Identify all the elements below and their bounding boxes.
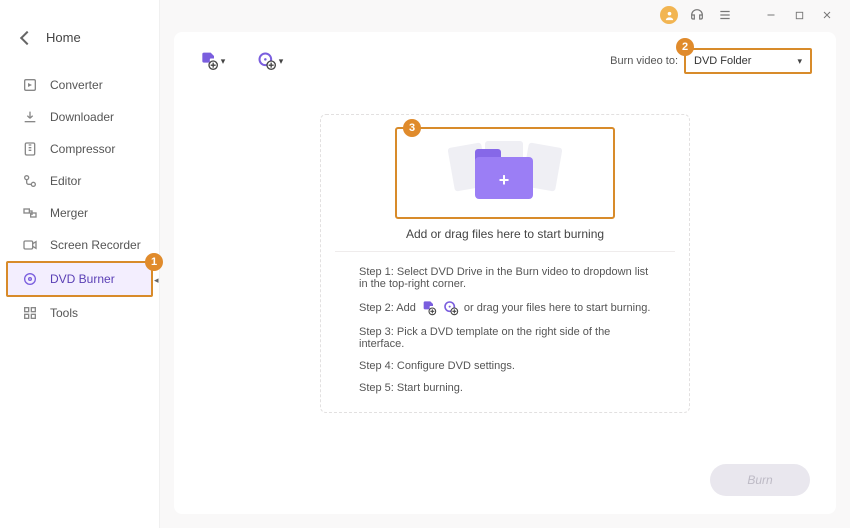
burn-button[interactable]: Burn	[710, 464, 810, 496]
sidebar-item-tools[interactable]: Tools	[0, 297, 159, 329]
maximize-button[interactable]	[790, 6, 808, 24]
add-disc-button[interactable]: ▾	[256, 49, 284, 73]
burn-to-value: DVD Folder	[694, 55, 751, 67]
sidebar-item-screen-recorder[interactable]: Screen Recorder	[0, 229, 159, 261]
chevron-down-icon: ▾	[279, 56, 284, 67]
converter-icon	[22, 77, 38, 93]
burn-to-label: Burn video to:	[610, 55, 678, 67]
close-button[interactable]	[818, 6, 836, 24]
instructions-box: 3 + Add or drag files here to start burn…	[320, 114, 690, 413]
tools-icon	[22, 305, 38, 321]
sidebar-item-merger[interactable]: Merger	[0, 197, 159, 229]
callout-badge-3: 3	[403, 119, 421, 137]
drop-text: Add or drag files here to start burning	[335, 227, 675, 241]
home-label: Home	[46, 30, 81, 45]
sidebar-item-editor[interactable]: Editor	[0, 165, 159, 197]
recorder-icon	[22, 237, 38, 253]
burn-to-select[interactable]: DVD Folder ▾ 2	[684, 48, 812, 74]
titlebar	[160, 0, 850, 26]
drop-zone[interactable]: 3 +	[395, 127, 615, 219]
dvd-icon	[22, 271, 38, 287]
step-2: Step 2: Add or drag your files here to s…	[359, 300, 651, 316]
sidebar-item-label: Downloader	[50, 110, 114, 124]
toolbar: ▾ ▾ Burn video to: DVD Folder ▾ 2	[174, 32, 836, 84]
chevron-down-icon: ▾	[221, 56, 226, 67]
sidebar-item-label: Compressor	[50, 142, 115, 156]
support-icon[interactable]	[688, 6, 706, 24]
account-icon[interactable]	[660, 6, 678, 24]
step-4: Step 4: Configure DVD settings.	[359, 360, 651, 372]
steps-list: Step 1: Select DVD Drive in the Burn vid…	[335, 266, 675, 394]
step-5: Step 5: Start burning.	[359, 382, 651, 394]
add-file-button[interactable]: ▾	[198, 49, 226, 73]
editor-icon	[22, 173, 38, 189]
callout-badge-2: 2	[676, 38, 694, 56]
sidebar-collapse-icon[interactable]: ◂	[154, 275, 159, 286]
sidebar-item-label: Screen Recorder	[50, 238, 141, 252]
add-file-icon	[420, 300, 438, 316]
callout-badge-1: 1	[145, 253, 163, 271]
sidebar-item-label: DVD Burner	[50, 272, 115, 286]
sidebar-item-dvd-burner[interactable]: DVD Burner 1	[6, 261, 153, 297]
sidebar-item-compressor[interactable]: Compressor	[0, 133, 159, 165]
sidebar-item-label: Merger	[50, 206, 88, 220]
merger-icon	[22, 205, 38, 221]
main-area: ▾ ▾ Burn video to: DVD Folder ▾ 2	[160, 0, 850, 528]
add-disc-icon	[442, 300, 460, 316]
back-button[interactable]	[20, 30, 34, 44]
step-3: Step 3: Pick a DVD template on the right…	[359, 326, 651, 350]
minimize-button[interactable]	[762, 6, 780, 24]
chevron-down-icon: ▾	[797, 56, 802, 67]
content-panel: ▾ ▾ Burn video to: DVD Folder ▾ 2	[174, 32, 836, 514]
sidebar: Home Converter Downloader Compressor Edi…	[0, 0, 160, 528]
menu-icon[interactable]	[716, 6, 734, 24]
compressor-icon	[22, 141, 38, 157]
folder-illustration: +	[445, 143, 565, 205]
sidebar-item-label: Converter	[50, 78, 103, 92]
step-1: Step 1: Select DVD Drive in the Burn vid…	[359, 266, 651, 290]
sidebar-item-downloader[interactable]: Downloader	[0, 101, 159, 133]
plus-icon: +	[495, 171, 513, 189]
sidebar-item-label: Editor	[50, 174, 81, 188]
download-icon	[22, 109, 38, 125]
sidebar-item-converter[interactable]: Converter	[0, 69, 159, 101]
sidebar-item-label: Tools	[50, 306, 78, 320]
